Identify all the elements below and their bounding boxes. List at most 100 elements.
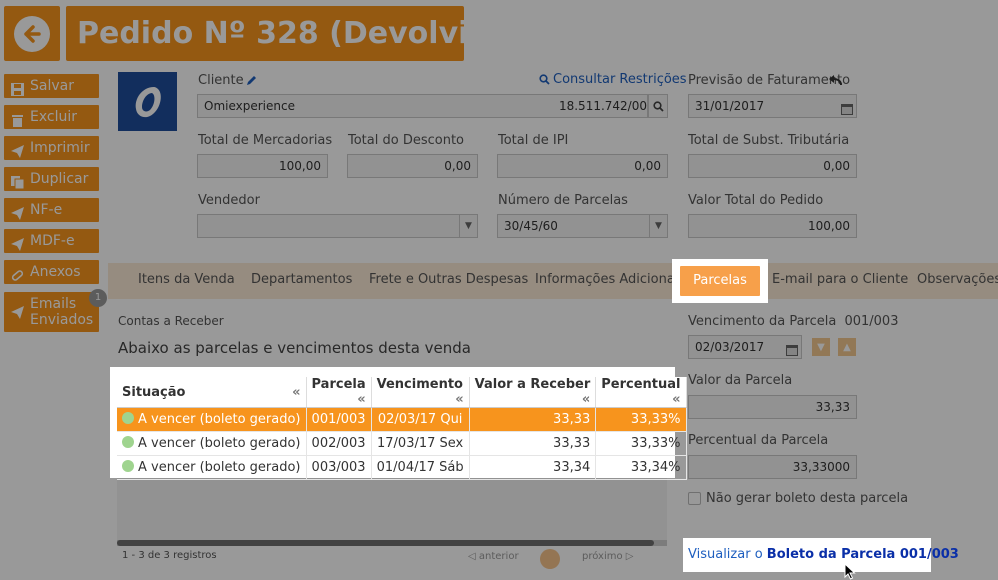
cell-parcela: 003/003 (306, 455, 372, 480)
tab-informacoes[interactable]: Informações Adicionais (535, 272, 685, 287)
save-button[interactable]: Salvar (4, 74, 99, 98)
back-button[interactable] (4, 6, 60, 61)
cliente-search-button[interactable] (648, 94, 668, 118)
cell-valor: 33,33 (469, 407, 597, 432)
boleto-link[interactable]: Visualizar o Boleto da Parcela 001/003 (683, 538, 959, 572)
undo-icon[interactable] (828, 71, 842, 90)
consultar-restricoes-label: Consultar Restrições (553, 72, 687, 87)
delete-button-label: Excluir (30, 109, 77, 125)
previsao-input[interactable]: 31/01/2017 (688, 94, 857, 118)
num-parcelas-value: 30/45/60 (504, 219, 558, 233)
cell-vencimento: 17/03/17 Sex (371, 431, 470, 456)
nao-gerar-boleto-checkbox[interactable] (688, 492, 701, 505)
tab-frete[interactable]: Frete e Outras Despesas (369, 272, 528, 287)
emails-count-badge: 1 (89, 289, 107, 307)
attachments-button[interactable]: Anexos (4, 260, 99, 284)
cell-situacao-text: A vencer (boleto gerado) (138, 436, 301, 451)
arrow-up-button[interactable]: ▲ (838, 338, 856, 356)
grid-scrollbar-thumb[interactable] (117, 540, 654, 546)
chevrons-left-icon[interactable]: « (357, 392, 365, 407)
total-ipi-input[interactable]: 0,00 (497, 154, 668, 178)
duplicate-button[interactable]: Duplicar (4, 167, 99, 191)
grid-empty-area (117, 478, 667, 540)
search-icon (539, 74, 550, 85)
calendar-icon[interactable] (841, 100, 853, 117)
emails-sent-line1: Emails (30, 296, 77, 312)
cell-situacao: A vencer (boleto gerado) (117, 431, 307, 456)
total-desconto-input[interactable]: 0,00 (347, 154, 478, 178)
cell-situacao: A vencer (boleto gerado) (117, 407, 307, 432)
floppy-icon (11, 80, 24, 96)
table-row[interactable]: A vencer (boleto gerado) 003/003 01/04/1… (117, 455, 687, 480)
vencimento-parcela-input[interactable]: 02/03/2017 (688, 335, 802, 359)
order-page: Pedido Nº 328 (Devolvido) Salvar Excluir… (0, 0, 998, 580)
chevrons-left-icon[interactable]: « (455, 392, 463, 407)
col-parcela-label: Parcela (311, 377, 366, 392)
vendedor-select[interactable]: ▼ (197, 214, 478, 238)
duplicate-button-label: Duplicar (30, 171, 89, 187)
consultar-restricoes-link[interactable]: Consultar Restrições (539, 72, 687, 87)
attachments-button-label: Anexos (30, 264, 81, 280)
chevron-left-icon: ◁ (468, 551, 476, 562)
records-count: 1 - 3 de 3 registros (122, 550, 217, 561)
total-ipi-label: Total de IPI (498, 133, 569, 148)
total-mercadorias-label: Total de Mercadorias (198, 133, 333, 148)
vendedor-label: Vendedor (198, 193, 260, 208)
boleto-link-text: Boleto da Parcela 001/003 (766, 547, 959, 562)
paperclip-icon (11, 266, 24, 281)
previsao-value: 31/01/2017 (695, 99, 765, 113)
col-parcela[interactable]: Parcela « (306, 377, 372, 408)
parcelas-subtitle: Abaixo as parcelas e vencimentos desta v… (118, 339, 471, 357)
tab-parcelas[interactable]: Parcelas (680, 266, 760, 296)
total-mercadorias-input[interactable]: 100,00 (197, 154, 328, 178)
cell-vencimento: 01/04/17 Sáb (371, 455, 470, 480)
chevrons-left-icon[interactable]: « (672, 392, 680, 407)
cell-valor: 33,33 (469, 431, 597, 456)
tab-itens-venda[interactable]: Itens da Venda (138, 272, 235, 287)
calendar-icon[interactable] (786, 341, 798, 358)
tab-departamentos[interactable]: Departamentos (251, 272, 352, 287)
tab-email-cliente[interactable]: E-mail para o Cliente (772, 272, 908, 287)
cliente-doc: 18.511.742/00 (558, 99, 647, 113)
col-percentual-label: Percentual (601, 377, 681, 392)
total-subst-input[interactable]: 0,00 (688, 154, 857, 178)
pencil-icon[interactable] (245, 72, 258, 91)
col-valor-label: Valor a Receber (474, 377, 591, 392)
chevron-right-icon: ▷ (625, 551, 634, 562)
col-situacao[interactable]: Situação « (117, 377, 307, 408)
valor-parcela-label: Valor da Parcela (688, 373, 793, 388)
table-row[interactable]: A vencer (boleto gerado) 002/003 17/03/1… (117, 431, 687, 456)
current-page-indicator (540, 549, 560, 569)
col-percentual[interactable]: Percentual « (595, 377, 687, 408)
print-button[interactable]: Imprimir (4, 136, 99, 160)
next-page-label: próximo (582, 551, 623, 562)
valor-total-input[interactable]: 100,00 (688, 214, 857, 238)
arrow-down-button[interactable]: ▼ (812, 338, 830, 356)
chevrons-left-icon[interactable]: « (292, 385, 300, 400)
valor-parcela-input[interactable]: 33,33 (688, 395, 857, 419)
cliente-input[interactable]: Omiexperience 18.511.742/00 (197, 94, 648, 118)
table-row[interactable]: A vencer (boleto gerado) 001/003 02/03/1… (117, 407, 687, 432)
percentual-parcela-label: Percentual da Parcela (688, 433, 829, 448)
nfe-button-label: NF-e (30, 202, 63, 218)
send-icon (11, 204, 24, 220)
mdfe-button[interactable]: MDF-e (4, 229, 99, 253)
cell-situacao-text: A vencer (boleto gerado) (138, 460, 301, 475)
delete-button[interactable]: Excluir (4, 105, 99, 129)
valor-total-label: Valor Total do Pedido (688, 193, 824, 208)
vencimento-parcela-value: 02/03/2017 (695, 340, 765, 354)
nfe-button[interactable]: NF-e (4, 198, 99, 222)
chevrons-left-icon[interactable]: « (582, 392, 590, 407)
status-dot-icon (122, 460, 134, 472)
copy-icon (11, 173, 25, 189)
num-parcelas-select[interactable]: 30/45/60 ▼ (497, 214, 668, 238)
next-page-button[interactable]: próximo ▷ (582, 551, 634, 562)
emails-sent-button[interactable]: Emails Enviados (4, 292, 99, 332)
send-icon (11, 235, 24, 251)
col-vencimento[interactable]: Vencimento « (371, 377, 470, 408)
previsao-label: Previsão de Faturamento (688, 73, 851, 88)
prev-page-button[interactable]: ◁ anterior (468, 551, 519, 562)
col-valor[interactable]: Valor a Receber « (469, 377, 597, 408)
tab-observacoes[interactable]: Observações (917, 272, 998, 287)
percentual-parcela-input[interactable]: 33,33000 (688, 455, 857, 479)
